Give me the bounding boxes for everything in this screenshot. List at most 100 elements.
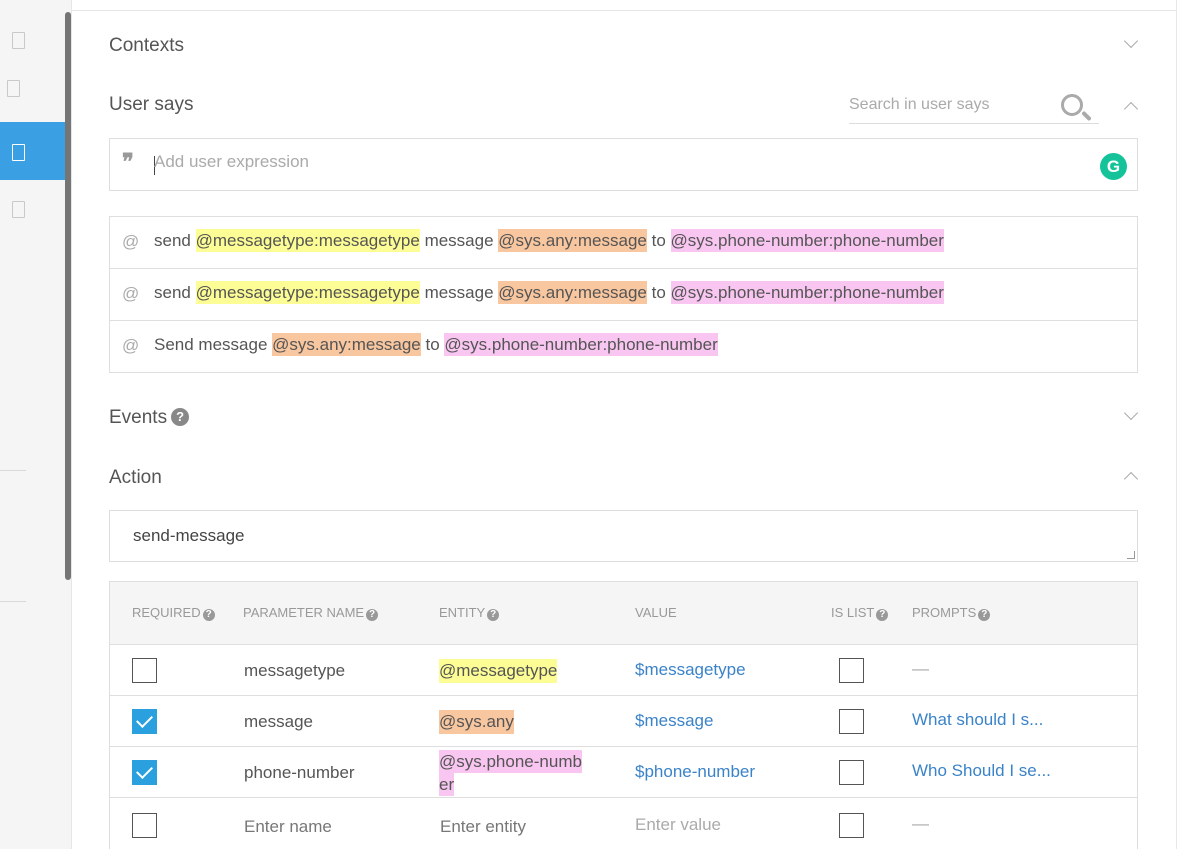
- entity-line: er: [439, 773, 455, 796]
- header-label: PROMPTS: [912, 605, 977, 620]
- table-row: phone-number @sys.phone-numb er $phone-n…: [110, 747, 1137, 798]
- events-title[interactable]: Events?: [109, 407, 190, 429]
- contexts-title[interactable]: Contexts: [109, 35, 184, 57]
- is-list-checkbox[interactable]: [839, 760, 864, 785]
- header-entity: ENTITY?: [439, 605, 500, 621]
- entity-annotation[interactable]: @sys.any:message: [272, 333, 421, 356]
- user-says-title: User says: [109, 94, 194, 115]
- entity-annotation[interactable]: @sys.phone-number:phone-number: [670, 281, 944, 304]
- entity-annotation[interactable]: @sys.phone-number:phone-number: [670, 229, 944, 252]
- prompts[interactable]: —: [912, 814, 929, 834]
- list-item[interactable]: @ send @messagetype:messagetype message …: [110, 269, 1137, 321]
- header-label: PARAMETER NAME: [243, 605, 365, 620]
- phrase-word: message: [424, 231, 494, 250]
- phrase-word: send: [154, 231, 191, 250]
- parameter-name[interactable]: phone-number: [244, 763, 355, 783]
- quote-icon: ❞: [122, 149, 134, 175]
- header-required: REQUIRED?: [132, 605, 215, 621]
- phrase-word: to: [425, 335, 440, 354]
- name-input[interactable]: Enter name: [244, 817, 332, 837]
- prompts[interactable]: Who Should I se...: [912, 761, 1051, 781]
- header-is-list: IS LIST?: [831, 605, 889, 621]
- list-item[interactable]: @ Send message @sys.any:message to @sys.…: [110, 321, 1137, 372]
- is-list-checkbox[interactable]: [839, 709, 864, 734]
- sidebar: [0, 0, 72, 849]
- resize-handle-icon[interactable]: [1127, 551, 1135, 559]
- sidebar-doc-icon-1[interactable]: [12, 32, 25, 49]
- phrase-text[interactable]: Send message @sys.any:message to @sys.ph…: [154, 333, 718, 356]
- user-expression-input[interactable]: [154, 152, 1054, 172]
- phrase-word: to: [651, 283, 666, 302]
- value[interactable]: $phone-number: [635, 762, 755, 782]
- parameter-name[interactable]: message: [244, 712, 313, 732]
- value-input[interactable]: Enter value: [635, 815, 721, 835]
- parameters-table: REQUIRED? PARAMETER NAME? ENTITY? VALUE …: [109, 581, 1138, 849]
- header-prompts: PROMPTS?: [912, 605, 991, 621]
- entity-annotation[interactable]: @sys.any:message: [498, 229, 647, 252]
- search-icon[interactable]: [1061, 94, 1083, 116]
- is-list-checkbox[interactable]: [839, 658, 864, 683]
- help-icon[interactable]: ?: [487, 609, 500, 621]
- sidebar-doc-icon-2[interactable]: [7, 80, 20, 97]
- header-label: ENTITY: [439, 605, 486, 620]
- phrase-word: message: [424, 283, 494, 302]
- search-input[interactable]: [849, 92, 1049, 114]
- user-expression-box: ❞ G: [109, 138, 1138, 191]
- prompts[interactable]: What should I s...: [912, 710, 1043, 730]
- search-user-says: [849, 92, 1099, 124]
- header-parameter-name: PARAMETER NAME?: [243, 605, 379, 621]
- sidebar-divider: [0, 470, 26, 471]
- help-icon[interactable]: ?: [978, 609, 991, 621]
- list-item[interactable]: @ send @messagetype:messagetype message …: [110, 217, 1137, 269]
- grammarly-icon[interactable]: G: [1100, 153, 1127, 180]
- entity-input[interactable]: Enter entity: [440, 817, 526, 837]
- entity-annotation[interactable]: @sys.phone-number:phone-number: [444, 333, 718, 356]
- user-says-list: @ send @messagetype:messagetype message …: [109, 216, 1138, 373]
- table-row-new: Enter name Enter entity Enter value —: [110, 798, 1137, 849]
- required-checkbox[interactable]: [132, 760, 157, 785]
- sidebar-item-active[interactable]: [0, 122, 66, 180]
- table-header: REQUIRED? PARAMETER NAME? ENTITY? VALUE …: [110, 582, 1137, 645]
- required-checkbox[interactable]: [132, 709, 157, 734]
- prompts[interactable]: —: [912, 659, 929, 679]
- at-icon: @: [122, 284, 140, 303]
- header-label: REQUIRED: [132, 605, 201, 620]
- value[interactable]: $message: [635, 711, 713, 731]
- help-icon[interactable]: ?: [366, 609, 379, 621]
- action-field: [109, 510, 1138, 562]
- entity[interactable]: @sys.any: [439, 710, 514, 734]
- header-label: IS LIST: [831, 605, 875, 620]
- search-icon-handle: [1081, 110, 1092, 122]
- entity-annotation[interactable]: @sys.any:message: [498, 281, 647, 304]
- sidebar-doc-icon-4[interactable]: [12, 201, 25, 218]
- phrase-word: to: [651, 231, 666, 250]
- sidebar-divider: [0, 601, 26, 602]
- entity[interactable]: @sys.phone-numb er: [439, 750, 582, 796]
- entity-line: @sys.phone-numb: [439, 750, 582, 773]
- required-checkbox[interactable]: [132, 658, 157, 683]
- parameter-name[interactable]: messagetype: [244, 661, 345, 681]
- help-icon[interactable]: ?: [202, 609, 215, 621]
- table-row: message @sys.any $message What should I …: [110, 696, 1137, 747]
- scrollbar[interactable]: [65, 12, 71, 580]
- top-divider: [72, 10, 1177, 11]
- entity-annotation[interactable]: @messagetype:messagetype: [195, 281, 420, 304]
- sidebar-doc-icon-active: [12, 144, 25, 161]
- action-input[interactable]: [133, 526, 1033, 546]
- entity[interactable]: @messagetype: [439, 659, 558, 683]
- table-row: messagetype @messagetype $messagetype —: [110, 645, 1137, 696]
- help-icon[interactable]: ?: [876, 609, 889, 621]
- entity-annotation[interactable]: @messagetype:messagetype: [195, 229, 420, 252]
- phrase-text[interactable]: send @messagetype:messagetype message @s…: [154, 281, 944, 304]
- phrase-text[interactable]: send @messagetype:messagetype message @s…: [154, 229, 944, 252]
- at-icon: @: [122, 232, 140, 251]
- is-list-checkbox[interactable]: [839, 813, 864, 838]
- header-value: VALUE: [635, 605, 677, 620]
- phrase-word: Send message: [154, 335, 268, 354]
- required-checkbox[interactable]: [132, 813, 157, 838]
- at-icon: @: [122, 336, 140, 355]
- events-label: Events: [109, 407, 168, 428]
- help-icon[interactable]: ?: [171, 408, 190, 426]
- value[interactable]: $messagetype: [635, 660, 746, 680]
- action-title: Action: [109, 467, 162, 488]
